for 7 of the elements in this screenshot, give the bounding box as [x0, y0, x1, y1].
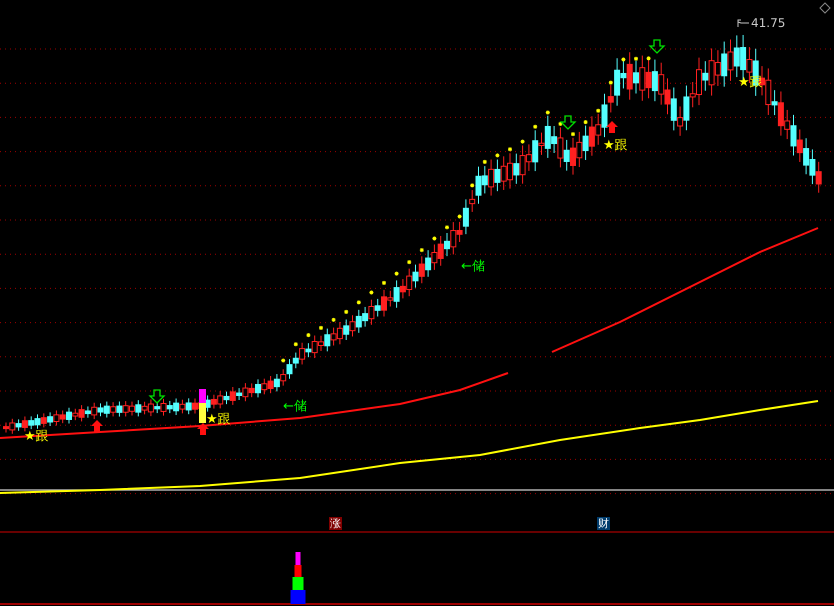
- follow-signal: ★跟: [603, 139, 628, 152]
- indicator-tag: 财: [597, 517, 610, 530]
- indicator-tag: 涨: [329, 517, 342, 530]
- price-text: 41.75: [751, 17, 786, 29]
- follow-signal: ★跟: [738, 76, 763, 89]
- store-signal: ←储: [283, 400, 307, 413]
- store-signal: ←储: [461, 260, 485, 273]
